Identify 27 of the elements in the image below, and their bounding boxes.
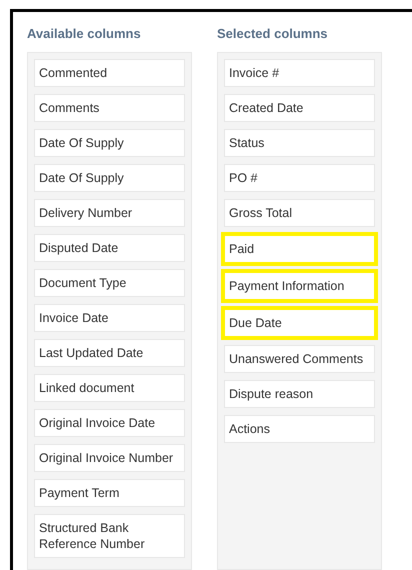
column-option[interactable]: Gross Total: [224, 199, 375, 227]
column-option[interactable]: Structured Bank Reference Number: [34, 514, 185, 558]
column-option[interactable]: Dispute reason: [224, 380, 375, 408]
column-option[interactable]: Delivery Number: [34, 199, 185, 227]
column-option[interactable]: Disputed Date: [34, 234, 185, 262]
column-option[interactable]: Created Date: [224, 94, 375, 122]
column-option[interactable]: Commented: [34, 59, 185, 87]
column-option[interactable]: Original Invoice Date: [34, 409, 185, 437]
column-option[interactable]: Linked document: [34, 374, 185, 402]
column-option[interactable]: Comments: [34, 94, 185, 122]
column-option[interactable]: Payment Information: [221, 269, 378, 303]
column-option[interactable]: Document Type: [34, 269, 185, 297]
column-option[interactable]: Status: [224, 129, 375, 157]
column-option[interactable]: Invoice #: [224, 59, 375, 87]
column-heading: Available columns: [27, 26, 142, 43]
column-option[interactable]: Invoice Date: [34, 304, 185, 332]
column-option[interactable]: Due Date: [221, 306, 378, 340]
column-option[interactable]: Actions: [224, 415, 375, 443]
column-option[interactable]: Date Of Supply: [34, 129, 185, 157]
column-option[interactable]: PO #: [224, 164, 375, 192]
column-heading: Selected columns: [217, 26, 329, 43]
column-option[interactable]: Last Updated Date: [34, 339, 185, 367]
column-option[interactable]: Paid: [221, 232, 378, 266]
column-option[interactable]: Original Invoice Number: [34, 444, 185, 472]
column-option[interactable]: Date Of Supply: [34, 164, 185, 192]
column-option[interactable]: Payment Term: [34, 479, 185, 507]
column-option[interactable]: Unanswered Comments: [224, 345, 375, 373]
